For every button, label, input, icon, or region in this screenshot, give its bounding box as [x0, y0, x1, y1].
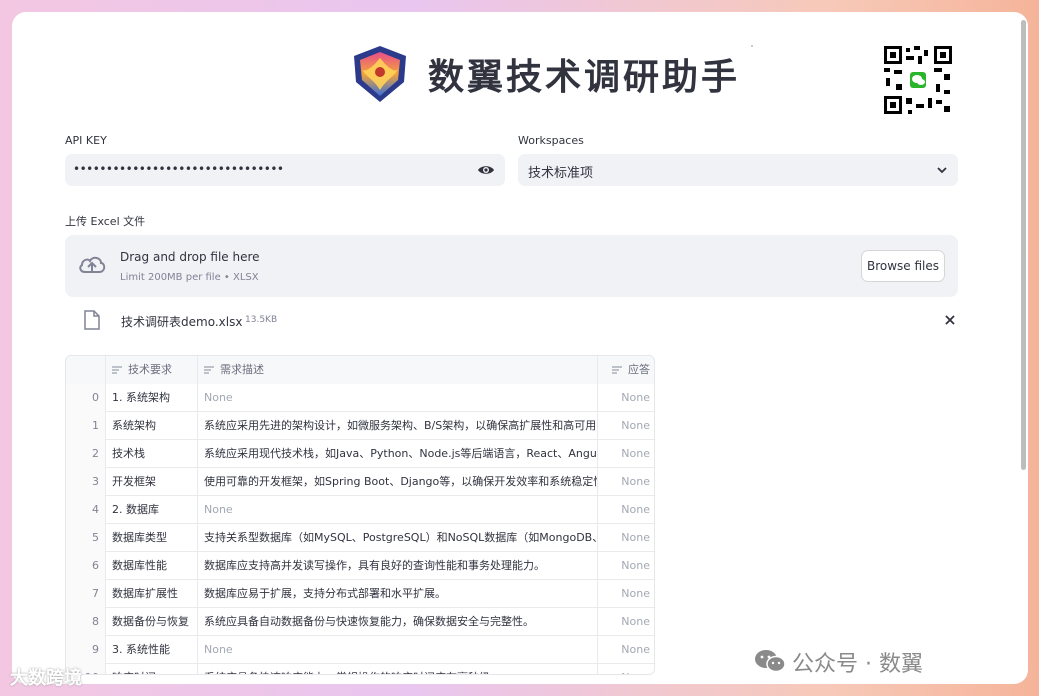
table-cell[interactable]: None: [198, 384, 598, 412]
uploaded-file-row: 技术调研表demo.xlsx 13.5KB: [65, 308, 958, 336]
table-cell[interactable]: 数据库性能: [106, 552, 198, 580]
table-cell[interactable]: None: [598, 636, 654, 664]
table-cell[interactable]: None: [598, 468, 654, 496]
app-title: 数翼技术调研助手: [428, 57, 741, 98]
table-cell[interactable]: None: [598, 440, 654, 468]
browse-files-button[interactable]: Browse files: [861, 250, 945, 282]
workspaces-label: Workspaces: [518, 134, 584, 147]
table-cell[interactable]: None: [598, 664, 654, 674]
dropzone-title: Drag and drop file here: [120, 250, 260, 264]
table-cell[interactable]: 响应时间: [106, 664, 198, 674]
table-cell[interactable]: 系统应具备快速响应能力，常规操作的响应时间应在毫秒级。: [198, 664, 598, 674]
eye-icon[interactable]: [477, 162, 495, 178]
file-icon: [84, 310, 100, 330]
table-cell[interactable]: 数据备份与恢复: [106, 608, 198, 636]
table-cell[interactable]: 7: [66, 580, 106, 608]
table-cell[interactable]: 系统架构: [106, 412, 198, 440]
column-header-label: 技术要求: [128, 363, 172, 376]
table-cell[interactable]: 数据库应易于扩展，支持分布式部署和水平扩展。: [198, 580, 598, 608]
table-cell[interactable]: None: [198, 496, 598, 524]
table-cell[interactable]: 2. 数据库: [106, 496, 198, 524]
data-table[interactable]: 技术要求 需求描述 应答 0 1. 系统架构 None None 1 系统架构 系统应采用先…: [65, 355, 655, 675]
table-row[interactable]: 6 数据库性能 数据库应支持高并发读写操作，具有良好的查询性能和事务处理能力。 Non…: [66, 552, 654, 580]
cloud-upload-icon: [79, 256, 106, 273]
close-icon[interactable]: [944, 314, 956, 326]
table-cell[interactable]: 支持关系型数据库（如MySQL、PostgreSQL）和NoSQL数据库（如Mo…: [198, 524, 598, 552]
table-header-row: 技术要求 需求描述 应答: [66, 356, 654, 384]
table-cell[interactable]: 1: [66, 412, 106, 440]
table-cell[interactable]: 5: [66, 524, 106, 552]
table-cell[interactable]: 数据库扩展性: [106, 580, 198, 608]
table-cell[interactable]: 系统应具备自动数据备份与快速恢复能力，确保数据安全与完整性。: [198, 608, 598, 636]
table-row[interactable]: 9 3. 系统性能 None None: [66, 636, 654, 664]
table-cell[interactable]: 系统应采用先进的架构设计，如微服务架构、B/S架构，以确保高扩展性和高可用: [198, 412, 598, 440]
text-column-icon: [612, 366, 622, 374]
api-key-label: API KEY: [65, 134, 107, 147]
table-cell[interactable]: 3: [66, 468, 106, 496]
table-cell[interactable]: 技术栈: [106, 440, 198, 468]
table-cell[interactable]: None: [598, 580, 654, 608]
column-header[interactable]: 技术要求: [106, 356, 198, 384]
table-cell[interactable]: 8: [66, 608, 106, 636]
table-cell[interactable]: None: [198, 636, 598, 664]
table-row[interactable]: 2 技术栈 系统应采用现代技术栈，如Java、Python、Node.js等后端语言…: [66, 440, 654, 468]
table-row[interactable]: 5 数据库类型 支持关系型数据库（如MySQL、PostgreSQL）和NoSQL数…: [66, 524, 654, 552]
table-cell[interactable]: None: [598, 412, 654, 440]
file-dropzone[interactable]: Drag and drop file here Limit 200MB per …: [65, 235, 958, 297]
text-column-icon: [112, 366, 122, 374]
column-header-label: 应答: [628, 363, 650, 376]
table-cell[interactable]: 9: [66, 636, 106, 664]
wechat-qr-code-icon: [882, 44, 954, 116]
table-cell[interactable]: 数据库类型: [106, 524, 198, 552]
app-window: 数翼技术调研助手 API KEY •••••••••••••••••••••••…: [12, 12, 1028, 684]
phoenix-logo-icon: [354, 46, 406, 102]
table-cell[interactable]: None: [598, 552, 654, 580]
wechat-icon: [755, 650, 786, 673]
table-cell[interactable]: 3. 系统性能: [106, 636, 198, 664]
table-row[interactable]: 3 开发框架 使用可靠的开发框架，如Spring Boot、Django等，以确保开…: [66, 468, 654, 496]
corner-watermark-text: 大数跨境: [10, 668, 82, 689]
table-cell[interactable]: 2: [66, 440, 106, 468]
file-name: 技术调研表demo.xlsx: [121, 315, 243, 329]
table-cell[interactable]: 数据库应支持高并发读写操作，具有良好的查询性能和事务处理能力。: [198, 552, 598, 580]
chevron-down-icon[interactable]: [936, 164, 948, 176]
dropzone-subtitle: Limit 200MB per file • XLSX: [120, 272, 259, 283]
table-cell[interactable]: 使用可靠的开发框架，如Spring Boot、Django等，以确保开发效率和系…: [198, 468, 598, 496]
upload-label: 上传 Excel 文件: [65, 215, 146, 228]
table-row[interactable]: 10响应时间系统应具备快速响应能力，常规操作的响应时间应在毫秒级。None: [66, 664, 654, 674]
table-cell[interactable]: 6: [66, 552, 106, 580]
table-cell[interactable]: None: [598, 524, 654, 552]
table-cell[interactable]: 4: [66, 496, 106, 524]
table-row[interactable]: 0 1. 系统架构 None None: [66, 384, 654, 412]
table-cell[interactable]: 系统应采用现代技术栈，如Java、Python、Node.js等后端语言，Rea…: [198, 440, 598, 468]
decorative-dot: [751, 45, 753, 47]
api-key-value[interactable]: ••••••••••••••••••••••••••••••••: [73, 162, 284, 176]
table-cell[interactable]: None: [598, 608, 654, 636]
table-row[interactable]: 4 2. 数据库 None None: [66, 496, 654, 524]
api-key-input[interactable]: ••••••••••••••••••••••••••••••••: [65, 154, 505, 186]
index-header: [66, 356, 106, 384]
column-header[interactable]: 应答: [598, 356, 654, 384]
file-size: 13.5KB: [245, 315, 278, 325]
table-cell[interactable]: None: [598, 496, 654, 524]
table-row[interactable]: 1 系统架构 系统应采用先进的架构设计，如微服务架构、B/S架构，以确保高扩展性和高…: [66, 412, 654, 440]
text-column-icon: [204, 366, 214, 374]
column-header[interactable]: 需求描述: [198, 356, 598, 384]
wechat-watermark-text: 公众号 · 数翼: [792, 652, 923, 677]
column-header-label: 需求描述: [220, 363, 264, 376]
table-row[interactable]: 7 数据库扩展性 数据库应易于扩展，支持分布式部署和水平扩展。 None: [66, 580, 654, 608]
table-row[interactable]: 8 数据备份与恢复 系统应具备自动数据备份与快速恢复能力，确保数据安全与完整性。 No…: [66, 608, 654, 636]
workspaces-select[interactable]: 技术标准项: [518, 154, 958, 186]
workspaces-selected-value: 技术标准项: [528, 166, 594, 181]
table-cell[interactable]: 1. 系统架构: [106, 384, 198, 412]
table-cell[interactable]: 0: [66, 384, 106, 412]
table-cell[interactable]: None: [598, 384, 654, 412]
table-cell[interactable]: 开发框架: [106, 468, 198, 496]
page-scrollbar[interactable]: [1021, 20, 1026, 470]
